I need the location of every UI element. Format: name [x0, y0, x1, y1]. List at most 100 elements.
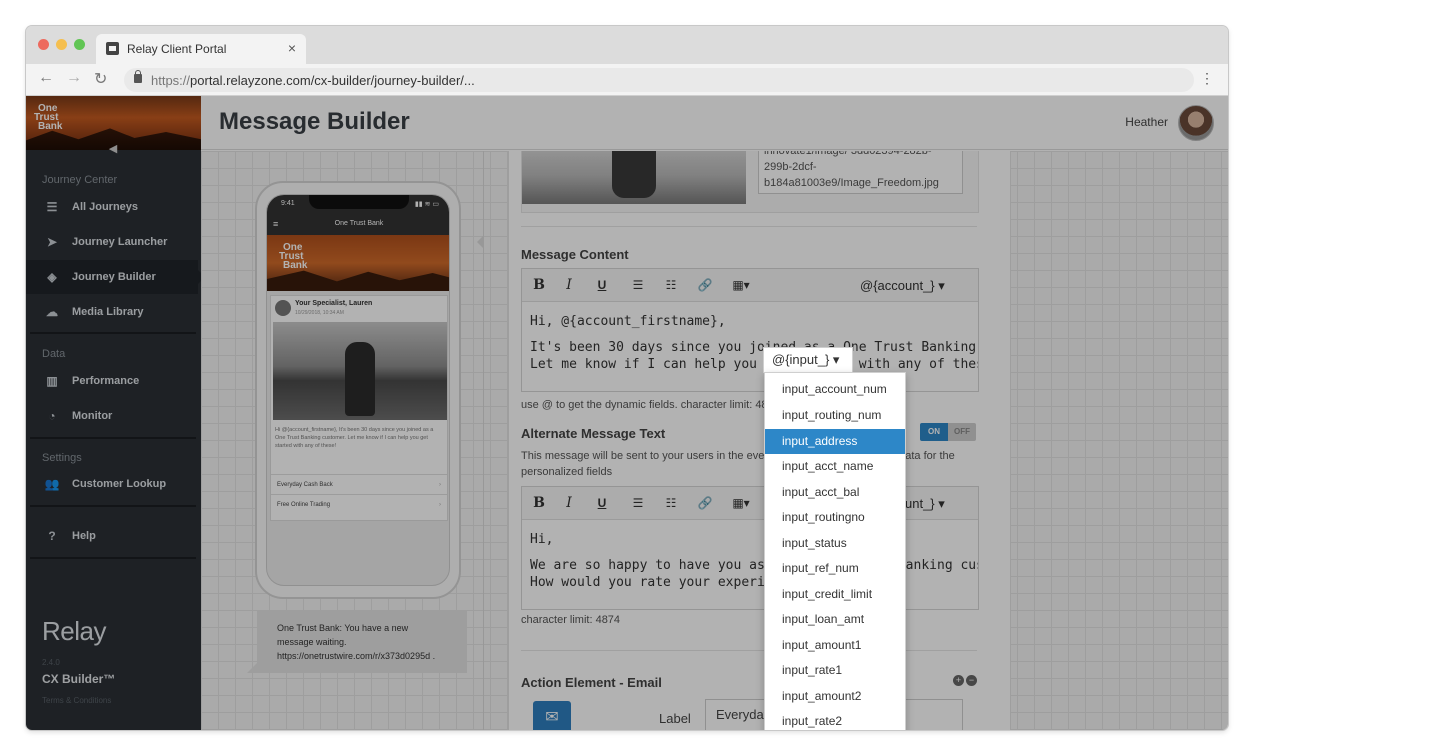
forward-icon[interactable]: →	[66, 69, 82, 87]
bullet-list-icon[interactable]: ☰	[629, 495, 647, 511]
phone-sender: Your Specialist, Lauren	[295, 300, 373, 307]
address-bar: ← → ↻ https://portal.relayzone.com/cx-bu…	[26, 64, 1228, 96]
dropdown-option[interactable]: input_status	[765, 531, 905, 556]
lock-icon	[134, 70, 142, 83]
dropdown-option[interactable]: input_amount2	[765, 684, 905, 709]
sidebar-item-journey-builder[interactable]: ◈ Journey Builder	[26, 260, 205, 294]
table-icon[interactable]: ▦▾	[728, 495, 754, 511]
minimize-window-button[interactable]	[56, 39, 67, 50]
avatar	[275, 300, 291, 316]
cubes-icon: ◈	[47, 270, 57, 284]
sidebar-item-label: Journey Builder	[72, 271, 156, 283]
phone-row-label: Free Online Trading	[277, 502, 331, 508]
sidebar-item-all-journeys[interactable]: ☰ All Journeys	[26, 190, 198, 224]
sidebar-item-label: Help	[72, 530, 96, 542]
bar-chart-icon: ▥	[46, 374, 58, 388]
user-name[interactable]: Heather	[1125, 115, 1168, 129]
sidebar-item-journey-launcher[interactable]: ➤ Journey Launcher	[26, 225, 198, 259]
browser-tab[interactable]: Relay Client Portal ×	[96, 34, 306, 64]
divider	[521, 226, 977, 227]
cloud-icon: ☁	[46, 305, 58, 319]
close-window-button[interactable]	[38, 39, 49, 50]
section-data: Data	[42, 348, 66, 360]
sidebar-item-media-library[interactable]: ☁ Media Library	[26, 295, 198, 329]
chevron-left-icon[interactable]: ◀	[106, 142, 120, 156]
underline-icon[interactable]: U	[593, 495, 611, 511]
numbered-list-icon[interactable]: ☷	[662, 277, 680, 293]
phone-photo	[273, 322, 447, 420]
relay-logo: Relay	[42, 616, 106, 646]
italic-icon[interactable]: I	[560, 495, 578, 511]
link-icon[interactable]: 🔗	[696, 277, 714, 293]
dropdown-option[interactable]: input_rate1	[765, 658, 905, 683]
tab-close-icon[interactable]: ×	[288, 40, 296, 56]
bold-icon[interactable]: B	[530, 277, 548, 293]
back-icon[interactable]: ←	[38, 69, 54, 87]
sidebar-item-customer-lookup[interactable]: 👥 Customer Lookup	[26, 467, 198, 501]
splitter-handle	[477, 235, 484, 249]
alternate-limit-text: character limit: 4874	[521, 614, 621, 626]
sidebar-item-monitor[interactable]: ◔ Monitor	[26, 399, 198, 433]
list-item: Free Online Trading ›	[271, 494, 447, 514]
product-name: CX Builder™	[42, 672, 116, 686]
input-fields-label: @{input_}	[772, 352, 830, 367]
browser-menu-icon[interactable]: ⋮	[1200, 70, 1214, 87]
table-icon[interactable]: ▦▾	[728, 277, 754, 293]
phone-app-bar: ≡ One Trust Bank	[267, 213, 449, 235]
italic-icon[interactable]: I	[560, 277, 578, 293]
account-fields-dropdown[interactable]: @{account_} ▾	[854, 274, 951, 298]
dropdown-option[interactable]: input_acct_bal	[765, 480, 905, 505]
input-fields-dropdown[interactable]: @{input_} ▾	[763, 347, 853, 373]
phone-screen: 9:41 ▮▮ ≋ ▭ ≡ One Trust Bank One Trust B…	[266, 194, 450, 586]
dropdown-option[interactable]: input_routing_num	[765, 403, 905, 428]
bold-icon[interactable]: B	[530, 495, 548, 511]
bullet-list-icon[interactable]: ☰	[629, 277, 647, 293]
person-figure	[612, 151, 656, 198]
sidebar: One Trust Bank ◀ Journey Center ☰ All Jo…	[26, 96, 205, 730]
image-path-field[interactable]: innovate1/image/ 3dd02394-282b-299b-2dcf…	[758, 151, 963, 194]
chat-icon	[106, 42, 119, 55]
dropdown-option[interactable]: input_acct_name	[765, 454, 905, 479]
reload-icon[interactable]: ↻	[94, 69, 107, 89]
alternate-message-body[interactable]: Hi,We are so happy to have you as a new …	[522, 521, 978, 601]
body-line: It's been 30 days since you joined as a …	[530, 340, 977, 355]
sidebar-item-performance[interactable]: ▥ Performance	[26, 364, 198, 398]
dropdown-option[interactable]: input_rate2	[765, 709, 905, 730]
terms-link[interactable]: Terms & Conditions	[42, 696, 111, 705]
link-icon[interactable]: 🔗	[696, 495, 714, 511]
sidebar-item-label: Customer Lookup	[72, 478, 167, 490]
underline-icon[interactable]: U	[593, 277, 611, 293]
input-fields-menu: input_account_num input_routing_num inpu…	[764, 372, 906, 730]
dropdown-option[interactable]: input_account_num	[765, 377, 905, 402]
section-journey-center: Journey Center	[42, 174, 118, 186]
maximize-window-button[interactable]	[74, 39, 85, 50]
sidebar-item-help[interactable]: ? Help	[26, 519, 198, 553]
hamburger-icon: ≡	[273, 219, 279, 229]
email-icon: ✉	[533, 701, 571, 730]
avatar[interactable]	[1178, 105, 1214, 141]
message-content-help: use @ to get the dynamic fields. charact…	[521, 399, 780, 411]
dropdown-option[interactable]: input_loan_amt	[765, 607, 905, 632]
numbered-list-icon[interactable]: ☷	[662, 495, 680, 511]
list-icon: ☰	[46, 200, 58, 214]
message-content-editor[interactable]: B I U ☰ ☷ 🔗 ▦▾ @{account_} ▾ Hi, @{accou…	[521, 268, 979, 392]
divider	[30, 437, 196, 439]
divider	[30, 332, 196, 334]
toggle-off: OFF	[948, 423, 976, 441]
alternate-message-toggle[interactable]: ON OFF	[920, 423, 976, 441]
alternate-message-label: Alternate Message Text	[521, 426, 666, 441]
url-field[interactable]: https://portal.relayzone.com/cx-builder/…	[124, 68, 1194, 92]
dropdown-option[interactable]: input_routingno	[765, 505, 905, 530]
minus-circle-icon[interactable]: −	[966, 675, 977, 686]
editor-toolbar: B I U ☰ ☷ 🔗 ▦▾ @{account_} ▾	[522, 269, 978, 302]
dropdown-option[interactable]: input_ref_num	[765, 556, 905, 581]
image-block: innovate1/image/ 3dd02394-282b-299b-2dcf…	[521, 151, 979, 213]
dropdown-option[interactable]: input_amount1	[765, 633, 905, 658]
action-element-label: Action Element - Email	[521, 675, 662, 690]
account-fields-label: @{account_}	[860, 278, 935, 293]
dropdown-option-selected[interactable]: input_address	[765, 429, 905, 454]
message-content-body[interactable]: Hi, @{account_firstname}, It's been 30 da…	[522, 303, 978, 383]
alternate-message-editor[interactable]: B I U ☰ ☷ 🔗 ▦▾ @{account_} ▾ Hi,We are s…	[521, 486, 979, 610]
dropdown-option[interactable]: input_credit_limit	[765, 582, 905, 607]
plus-circle-icon[interactable]: +	[953, 675, 964, 686]
